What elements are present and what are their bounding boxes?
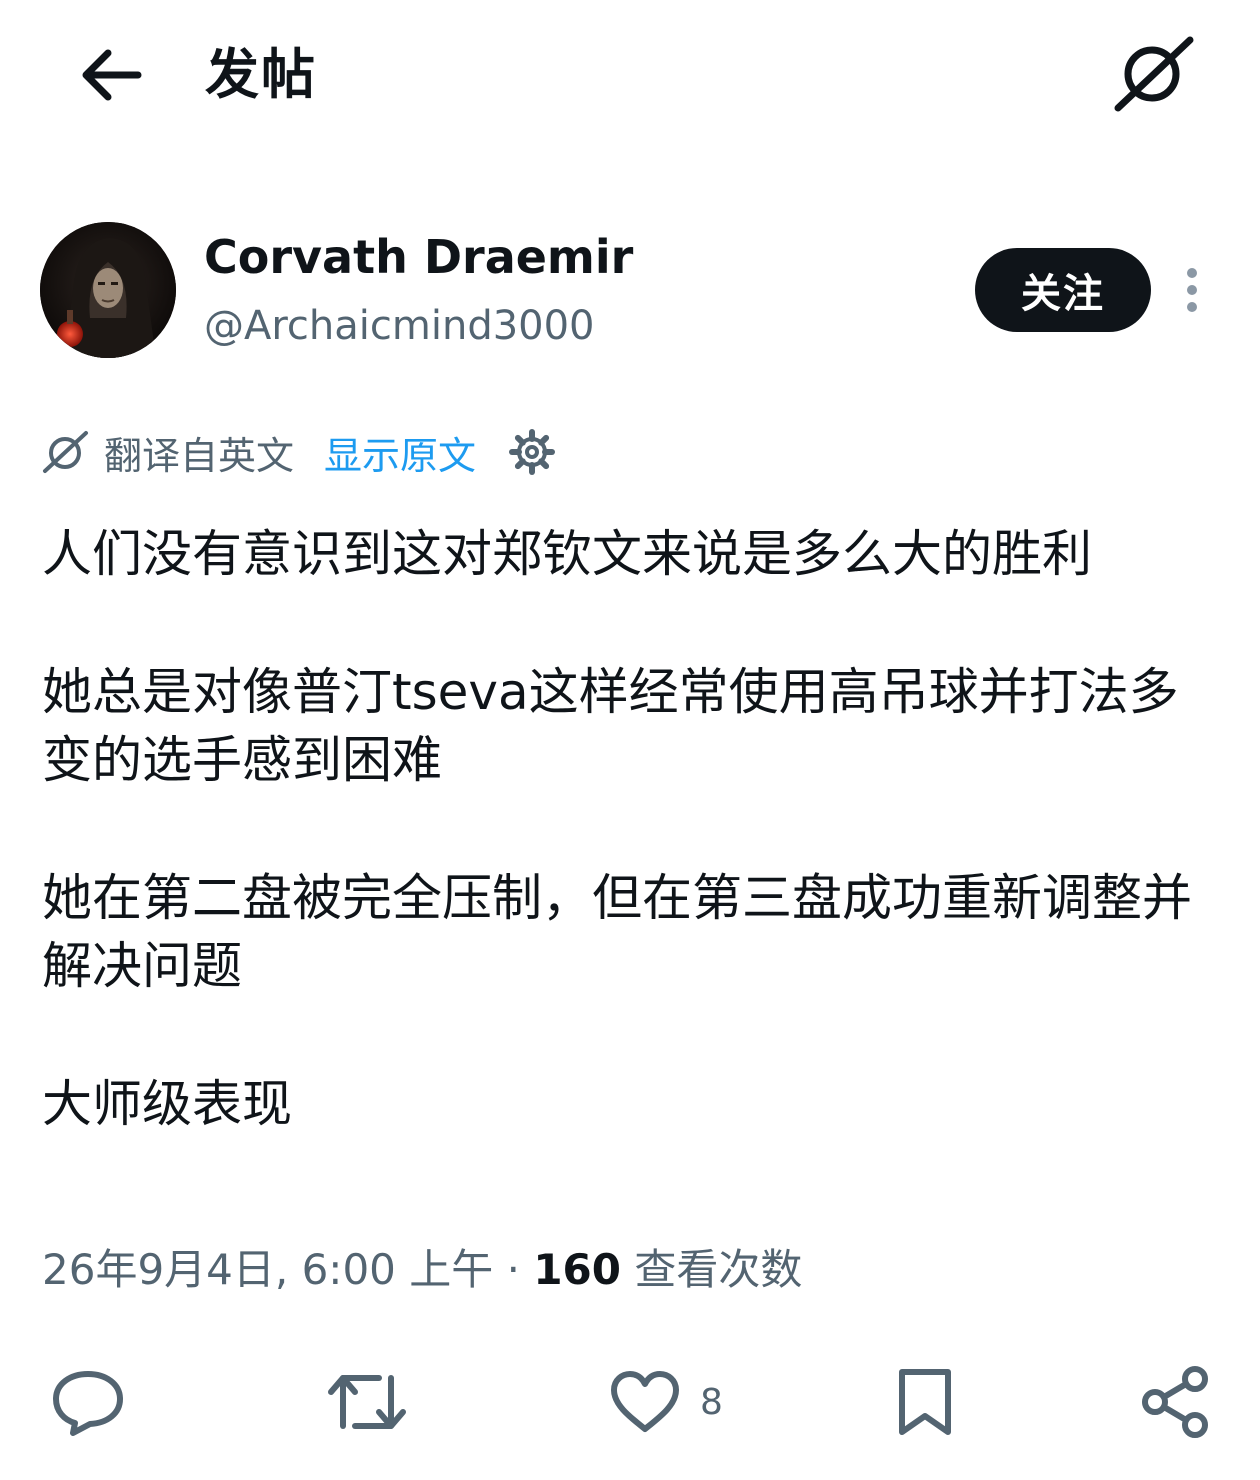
bookmark-icon: [899, 1369, 951, 1435]
views-label: 查看次数: [634, 1245, 803, 1294]
hooded-figure-avatar-image: [40, 222, 176, 358]
grok-button[interactable]: [1108, 32, 1198, 116]
top-bar: 发帖: [0, 0, 1260, 150]
post-meta: 26年9月4日, 6:00 上午 · 160 查看次数: [42, 1240, 802, 1300]
gear-icon: [509, 429, 556, 475]
post-paragraph: 大师级表现: [42, 1075, 292, 1133]
post-paragraph: 她在第二盘被完全压制，但在第三盘成功重新调整并解决问题: [42, 869, 1192, 995]
follow-button[interactable]: 关注: [975, 248, 1151, 332]
grok-translate-icon: [43, 431, 88, 473]
arrow-left-icon: [82, 49, 142, 101]
retweet-icon: [328, 1375, 406, 1429]
page-title: 发帖: [205, 43, 317, 106]
reply-button[interactable]: [50, 1362, 126, 1442]
reply-icon: [53, 1371, 123, 1436]
post-body: 人们没有意识到这对郑钦文来说是多么大的胜利 她总是对像普汀tseva这样经常使用…: [42, 520, 1220, 1208]
views-count: 160: [533, 1245, 621, 1294]
back-button[interactable]: [70, 38, 150, 112]
more-options-button[interactable]: [1170, 262, 1214, 318]
share-button[interactable]: [1138, 1362, 1214, 1442]
translated-from-label: 翻译自英文: [104, 433, 295, 478]
post-paragraph: 她总是对像普汀tseva这样经常使用高吊球并打法多变的选手感到困难: [42, 663, 1179, 789]
meta-separator: ·: [493, 1245, 534, 1294]
translation-notice: 翻译自英文 显示原文: [40, 424, 558, 480]
like-button[interactable]: 8: [608, 1362, 723, 1442]
post-paragraph: 人们没有意识到这对郑钦文来说是多么大的胜利: [42, 525, 1092, 583]
share-icon: [1142, 1366, 1208, 1438]
post-detail-page: 发帖 Corvath Draemir @Archaicmind3000 关注 翻…: [0, 0, 1260, 1480]
show-original-link[interactable]: 显示原文: [324, 425, 476, 480]
more-vertical-icon-dot-bottom: [1187, 302, 1197, 312]
avatar[interactable]: [40, 222, 176, 358]
more-vertical-icon-dot-middle: [1187, 285, 1197, 295]
retweet-button[interactable]: [325, 1362, 409, 1442]
grok-icon: [1114, 36, 1194, 112]
heart-icon: [611, 1371, 679, 1432]
more-vertical-icon-dot-top: [1187, 268, 1197, 278]
author-handle[interactable]: @Archaicmind3000: [204, 300, 595, 352]
post-timestamp[interactable]: 26年9月4日, 6:00 上午: [42, 1245, 493, 1294]
like-count: 8: [700, 1381, 723, 1423]
translation-settings-button[interactable]: [506, 426, 558, 478]
bookmark-button[interactable]: [892, 1362, 958, 1442]
author-name[interactable]: Corvath Draemir: [204, 228, 633, 286]
